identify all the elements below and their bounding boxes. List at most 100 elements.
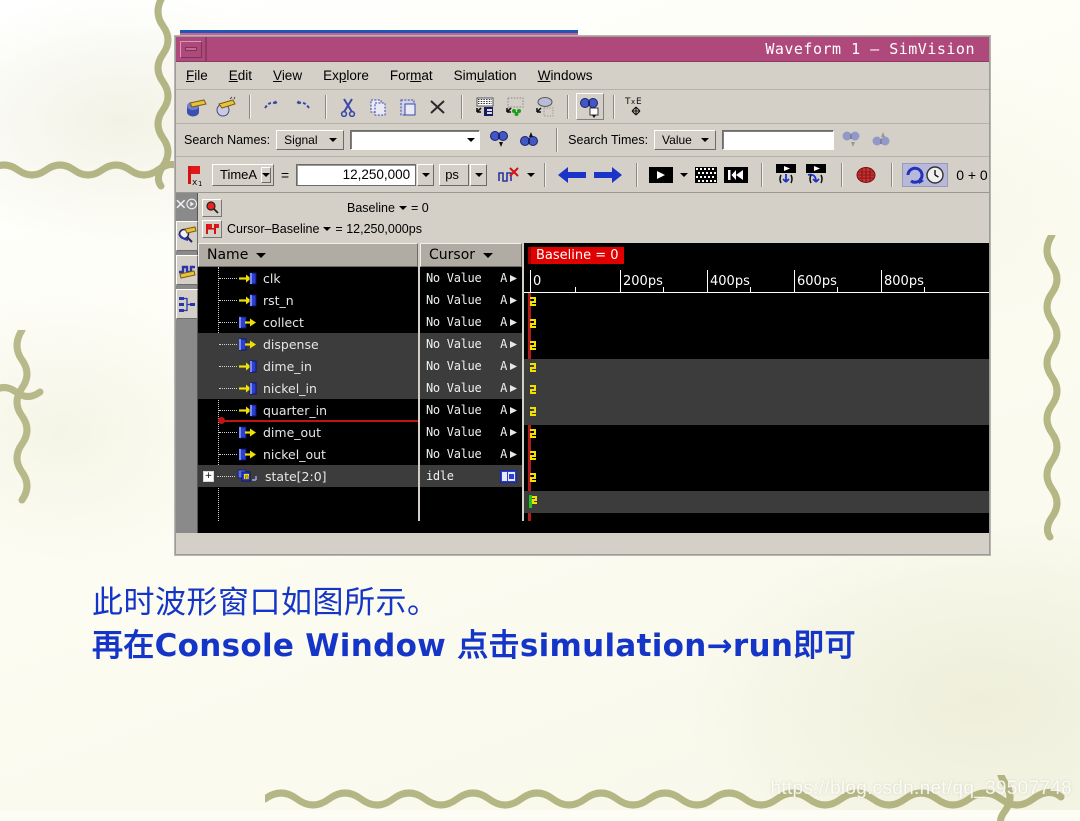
search-times-type-combo[interactable]: Value	[654, 130, 717, 150]
waveform-row[interactable]	[524, 315, 989, 337]
rail-zoom-tool-button[interactable]	[175, 221, 198, 251]
waveform-row[interactable]	[524, 403, 989, 425]
signal-value-row[interactable]: No Value A	[420, 355, 522, 377]
cursor-name-combo[interactable]: TimeA	[212, 163, 274, 186]
signal-row-collect[interactable]: collect	[198, 311, 418, 333]
cursor-name-dropdown-button[interactable]	[261, 166, 272, 183]
signal-value-row[interactable]: No Value A	[420, 377, 522, 399]
signal-value-row[interactable]: No Value A	[420, 267, 522, 289]
menu-windows[interactable]: Windows	[538, 68, 593, 83]
rail-waveform-tool-button[interactable]	[175, 255, 198, 285]
search-names-prev-icon[interactable]	[486, 127, 514, 154]
signal-value-row[interactable]: No Value A	[420, 399, 522, 421]
signal-row-quarter_in[interactable]: quarter_in	[198, 399, 418, 421]
signal-row-nickel_out[interactable]: nickel_out	[198, 443, 418, 465]
signal-value-row[interactable]: No Value A	[420, 311, 522, 333]
cursor-baseline-icon[interactable]	[202, 219, 222, 238]
rewind-to-start-icon[interactable]	[722, 161, 750, 188]
signal-value-row[interactable]: idle	[420, 465, 522, 487]
waveform-row[interactable]	[524, 425, 989, 447]
menu-file[interactable]: File	[186, 68, 208, 83]
open-waveform-icon[interactable]	[212, 93, 240, 120]
close-icon[interactable]	[176, 199, 186, 209]
names-pane-header[interactable]: Name	[198, 243, 418, 267]
signal-value-row[interactable]: No Value A	[420, 333, 522, 355]
cursor-baseline-dropdown-icon[interactable]	[323, 226, 332, 231]
delete-icon[interactable]	[424, 93, 452, 120]
waveform-row[interactable]	[524, 359, 989, 381]
waveform-row[interactable]	[524, 337, 989, 359]
values-header-sort-icon[interactable]	[483, 252, 494, 258]
send-to-waveform-icon[interactable]	[470, 93, 498, 120]
delete-cursor-icon[interactable]	[495, 161, 523, 188]
run-dropdown-icon[interactable]	[680, 172, 689, 177]
undo-icon[interactable]	[258, 93, 286, 120]
menu-simulation[interactable]: Simulation	[454, 68, 517, 83]
time-ruler[interactable]: 0 200ps 400ps 600ps 800ps	[524, 269, 989, 293]
prev-transition-icon[interactable]	[555, 161, 589, 188]
detach-icon[interactable]	[185, 198, 197, 210]
chevron-down-icon	[329, 138, 338, 142]
signal-row-dime_in[interactable]: dime_in	[198, 355, 418, 377]
horizontal-scroll-area[interactable]	[198, 521, 989, 533]
cursor-time-field[interactable]: 12,250,000	[296, 163, 417, 186]
paste-icon[interactable]	[394, 93, 422, 120]
waveform-row[interactable]	[524, 293, 989, 315]
send-to-schematic-icon[interactable]	[500, 93, 528, 120]
expand-toggle-icon[interactable]: +	[203, 470, 214, 482]
cursor-time-dropdown-button[interactable]	[417, 163, 435, 186]
time-sync-group[interactable]	[902, 162, 949, 187]
stop-icon[interactable]	[852, 161, 880, 188]
search-names-input[interactable]	[355, 133, 468, 147]
signal-row-rst_n[interactable]: rst_n	[198, 289, 418, 311]
search-times-next-icon[interactable]	[868, 127, 896, 154]
find-signal-icon[interactable]	[576, 93, 604, 120]
search-names-next-icon[interactable]	[516, 127, 544, 154]
waveform-row[interactable]	[524, 381, 989, 403]
copy-icon[interactable]	[364, 93, 392, 120]
tcl-expression-icon[interactable]: T x E	[622, 93, 650, 120]
signal-value-row[interactable]: No Value A	[420, 421, 522, 443]
search-names-dropdown-icon[interactable]	[467, 138, 476, 142]
next-transition-icon[interactable]	[591, 161, 625, 188]
cursor-marker-icon[interactable]: x 1	[182, 161, 210, 188]
delete-cursor-dropdown-icon[interactable]	[527, 172, 536, 177]
signal-row-clk[interactable]: clk	[198, 267, 418, 289]
pattern-icon[interactable]	[692, 161, 720, 188]
cursor-unit-dropdown-button[interactable]	[470, 163, 488, 186]
open-database-icon[interactable]	[182, 93, 210, 120]
baseline-dropdown-icon[interactable]	[398, 205, 407, 210]
menu-explore[interactable]: Explore	[323, 68, 369, 83]
bus-value-icon[interactable]	[500, 469, 522, 483]
step-into-icon[interactable]	[772, 161, 800, 188]
step-over-icon[interactable]	[802, 161, 830, 188]
menu-edit[interactable]: Edit	[229, 68, 252, 83]
signal-row-nickel_in[interactable]: nickel_in	[198, 377, 418, 399]
values-pane-header[interactable]: Cursor	[420, 243, 522, 267]
waveform-row[interactable]	[524, 469, 989, 491]
run-icon[interactable]	[647, 161, 677, 188]
minimize-button[interactable]	[180, 40, 202, 58]
search-names-type-combo[interactable]: Signal	[276, 130, 345, 150]
waveform-rows[interactable]	[524, 293, 989, 521]
menu-format[interactable]: Format	[390, 68, 433, 83]
signal-value-row[interactable]: No Value A	[420, 443, 522, 465]
signal-row-state20[interactable]: + n state[2:0]	[198, 465, 418, 487]
names-header-sort-icon[interactable]	[256, 252, 267, 258]
signal-value-row[interactable]: No Value A	[420, 289, 522, 311]
signal-row-dispense[interactable]: dispense	[198, 333, 418, 355]
search-times-prev-icon[interactable]	[838, 127, 866, 154]
search-times-input-wrap[interactable]	[722, 130, 835, 150]
rail-hierarchy-tool-button[interactable]	[175, 289, 198, 319]
redo-icon[interactable]	[288, 93, 316, 120]
search-names-input-wrap[interactable]	[350, 130, 481, 150]
cut-icon[interactable]	[334, 93, 362, 120]
baseline-zoom-icon[interactable]	[202, 198, 222, 217]
send-to-register-icon[interactable]	[530, 93, 558, 120]
search-times-input[interactable]	[727, 133, 830, 147]
waveform-row[interactable]	[524, 491, 989, 513]
menu-view[interactable]: View	[273, 68, 302, 83]
cursor-unit-combo[interactable]: ps	[439, 163, 470, 186]
signal-row-dime_out[interactable]: dime_out	[198, 421, 418, 443]
waveform-row[interactable]	[524, 447, 989, 469]
